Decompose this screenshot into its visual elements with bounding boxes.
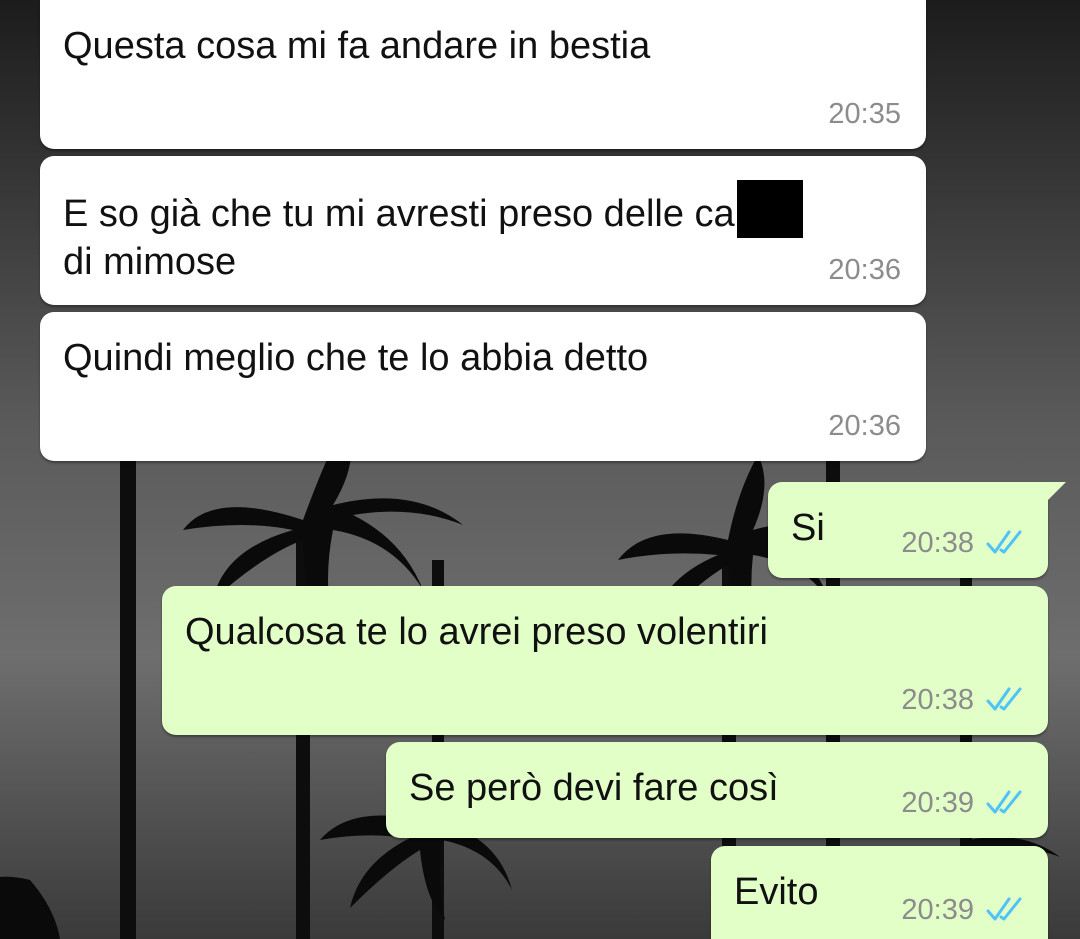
message-time: 20:38 bbox=[901, 684, 974, 716]
redaction-block bbox=[736, 180, 803, 238]
message-outgoing[interactable]: Evito 20:39 bbox=[711, 846, 1048, 939]
message-time: 20:36 bbox=[828, 254, 901, 286]
message-text: E so già che tu mi avresti preso delle c… bbox=[63, 180, 803, 286]
message-text: Questa cosa mi fa andare in bestia bbox=[63, 25, 651, 67]
message-text: Qualcosa te lo avrei preso volentiri bbox=[185, 611, 768, 653]
message-time: 20:35 bbox=[828, 98, 901, 130]
message-text-line1: E so già che tu mi avresti preso delle c… bbox=[63, 193, 735, 235]
message-text: Evito bbox=[734, 871, 819, 913]
message-text: Si bbox=[791, 507, 825, 549]
message-time: 20:39 bbox=[901, 787, 974, 819]
double-check-icon bbox=[986, 687, 1022, 711]
message-time: 20:38 bbox=[901, 527, 974, 559]
message-time: 20:39 bbox=[901, 894, 974, 926]
double-check-icon bbox=[986, 530, 1022, 554]
message-incoming[interactable]: Questa cosa mi fa andare in bestia 20:35 bbox=[40, 0, 926, 149]
message-outgoing[interactable]: Si 20:38 bbox=[768, 482, 1066, 578]
double-check-icon bbox=[986, 790, 1022, 814]
message-incoming[interactable]: Quindi meglio che te lo abbia detto 20:3… bbox=[40, 312, 926, 461]
message-text: Quindi meglio che te lo abbia detto bbox=[63, 337, 649, 379]
message-incoming[interactable]: E so già che tu mi avresti preso delle c… bbox=[40, 156, 926, 305]
message-outgoing[interactable]: Qualcosa te lo avrei preso volentiri 20:… bbox=[162, 586, 1048, 735]
message-text: Se però devi fare così bbox=[409, 767, 779, 809]
message-text-line2: di mimose bbox=[63, 241, 237, 283]
message-outgoing[interactable]: Se però devi fare così 20:39 bbox=[386, 742, 1048, 838]
double-check-icon bbox=[986, 897, 1022, 921]
message-time: 20:36 bbox=[828, 410, 901, 442]
bubble-tail bbox=[1044, 482, 1066, 504]
